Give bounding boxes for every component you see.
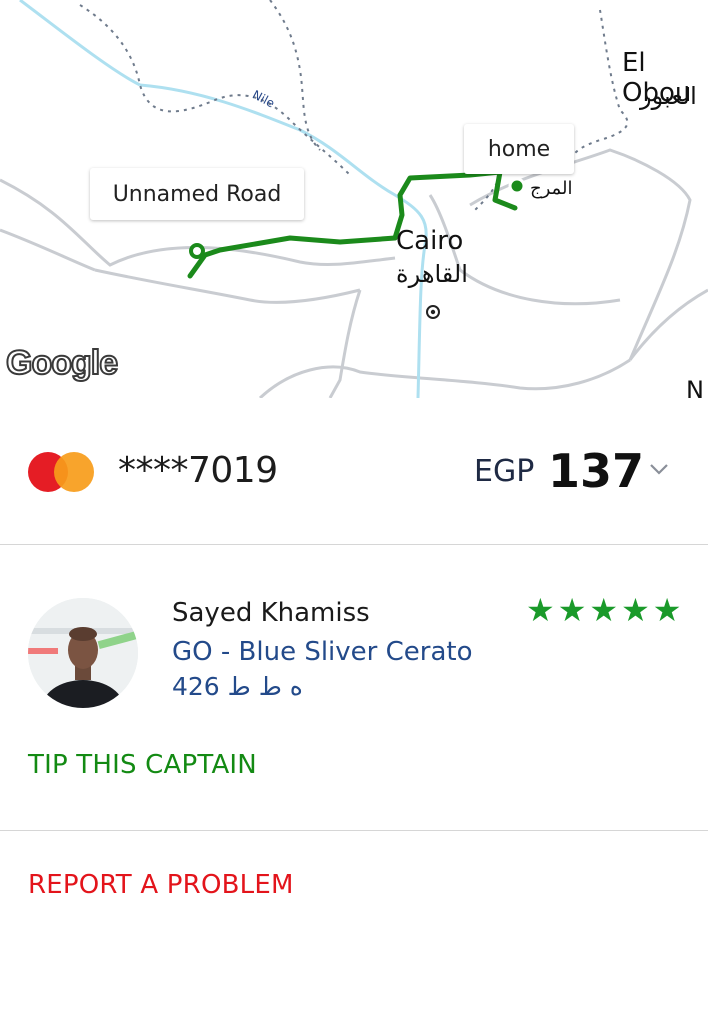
star-icon[interactable]: ★ [589,594,618,626]
captain-plate: 426 ه ط ط [172,672,303,701]
report-problem-button[interactable]: REPORT A PROBLEM [28,870,294,900]
captain-name: Sayed Khamiss [172,598,370,628]
star-icon[interactable]: ★ [621,594,650,626]
pickup-callout-label: Unnamed Road [112,181,282,207]
mastercard-icon [28,452,96,492]
map-label-marg-ar: المرج [530,178,573,199]
tip-captain-button[interactable]: TIP THIS CAPTAIN [28,750,257,780]
pickup-callout[interactable]: Unnamed Road [90,168,304,220]
star-icon[interactable]: ★ [558,594,587,626]
captain-car: GO - Blue Sliver Cerato [172,637,473,667]
map-label-edge: N [686,376,704,398]
divider [0,830,708,831]
currency-code: EGP [474,454,535,489]
dropoff-callout-label: home [487,136,551,162]
star-icon[interactable]: ★ [653,594,682,626]
chevron-down-icon[interactable] [648,458,670,480]
cairo-city-marker-center [430,309,436,315]
route-map[interactable]: Nile El Obou العبور Cairo القاهرة المرج … [0,0,708,398]
map-label-cairo-ar: القاهرة [396,260,468,288]
map-label-el-obour-ar: العبور [640,82,697,110]
card-number: ****7019 [118,450,278,491]
captain-avatar [28,598,138,708]
star-icon[interactable]: ★ [526,594,555,626]
dropoff-marker[interactable] [508,177,526,195]
fare-amount: 137 [548,444,645,498]
dropoff-callout[interactable]: home [464,124,574,174]
pickup-marker[interactable] [189,243,205,259]
google-logo: Google [5,343,119,383]
map-label-cairo: Cairo [396,226,464,256]
rating-stars[interactable]: ★ ★ ★ ★ ★ [526,594,681,626]
